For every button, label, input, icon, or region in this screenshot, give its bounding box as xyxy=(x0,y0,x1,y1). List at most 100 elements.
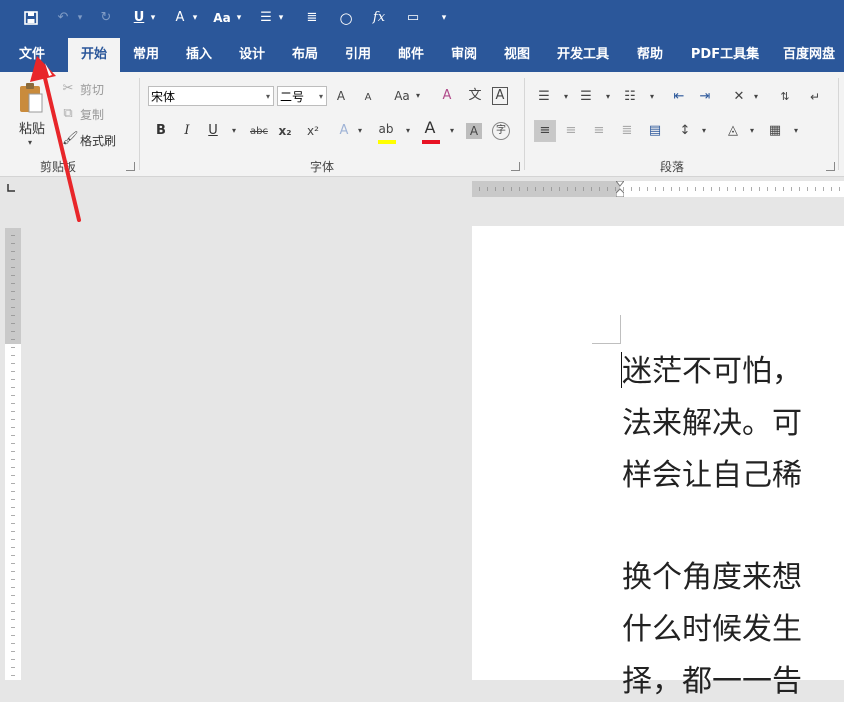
align-icon[interactable]: ≣ xyxy=(304,8,320,28)
chinese-layout-icon[interactable]: ✕ xyxy=(730,88,748,106)
numbering-icon[interactable]: ☰ xyxy=(578,88,594,106)
redo-icon[interactable]: ↻ xyxy=(98,8,114,28)
line-spacing-icon[interactable]: ↕ xyxy=(676,122,694,140)
shading-icon[interactable]: ◬ xyxy=(724,122,742,140)
format-painter-icon: 🖌 xyxy=(62,131,79,146)
formula-icon[interactable]: fx xyxy=(370,8,388,28)
vertical-ruler-ticks xyxy=(5,228,21,680)
italic-button[interactable]: I xyxy=(180,122,194,140)
undo-icon[interactable]: ↶ xyxy=(55,8,71,28)
sort-icon[interactable]: ⇅ xyxy=(776,88,794,106)
change-case-dropdown-icon[interactable]: ▾ xyxy=(414,87,422,105)
bullets-icon[interactable]: ☰ xyxy=(536,88,552,106)
font-case-dropdown-icon[interactable]: ▾ xyxy=(234,8,244,28)
paste-dropdown-icon[interactable]: ▾ xyxy=(28,134,32,152)
borders-icon[interactable]: ▦ xyxy=(766,122,784,140)
tab-developer[interactable]: 开发工具 xyxy=(550,38,616,72)
phonetic-guide-icon[interactable]: 文 xyxy=(466,87,484,105)
bullets-dropdown-icon[interactable]: ▾ xyxy=(562,88,570,106)
horizontal-ruler[interactable] xyxy=(472,180,844,198)
increase-indent-icon[interactable]: ⇥ xyxy=(696,88,714,106)
shrink-font-icon[interactable]: A xyxy=(362,89,374,107)
font-color-button[interactable]: A xyxy=(420,119,440,137)
shading-dropdown-icon[interactable]: ▾ xyxy=(748,122,756,140)
strikethrough-button[interactable]: abc xyxy=(248,123,270,141)
document-text-line[interactable]: 法来解决。可 xyxy=(622,404,802,444)
paragraph-group-label: 段落 xyxy=(660,160,685,174)
document-text-line[interactable]: 样会让自己稀 xyxy=(622,456,802,496)
enclose-characters-button[interactable]: 字 xyxy=(492,122,510,140)
decrease-indent-icon[interactable]: ⇤ xyxy=(670,88,688,106)
bold-button[interactable]: B xyxy=(154,122,168,140)
font-launcher-icon[interactable] xyxy=(511,162,520,171)
font-group-label: 字体 xyxy=(310,160,335,174)
tab-baidu-netdisk[interactable]: 百度网盘 xyxy=(776,38,842,72)
tab-stop-selector-icon[interactable] xyxy=(6,183,18,195)
text-effects-button[interactable]: A xyxy=(336,122,352,140)
document-text-line[interactable]: 择，都一一告 xyxy=(622,662,802,702)
vertical-ruler[interactable] xyxy=(5,228,21,680)
paragraph-launcher-icon[interactable] xyxy=(826,162,835,171)
underline-dropdown-icon[interactable]: ▾ xyxy=(230,122,238,140)
tab-pdf-tools[interactable]: PDF工具集 xyxy=(684,38,766,72)
tab-common[interactable]: 常用 xyxy=(126,38,166,72)
tab-layout[interactable]: 布局 xyxy=(285,38,325,72)
shape-icon[interactable]: ○ xyxy=(337,8,355,28)
customize-icon[interactable]: ▾ xyxy=(438,8,450,28)
text-effects-dropdown-icon[interactable]: ▾ xyxy=(356,122,364,140)
clipboard-launcher-icon[interactable] xyxy=(126,162,135,171)
format-painter-button[interactable]: 格式刷 xyxy=(80,132,116,149)
justify-icon[interactable]: ≣ xyxy=(618,122,636,140)
numbering-dropdown-icon[interactable]: ▾ xyxy=(604,88,612,106)
tab-help[interactable]: 帮助 xyxy=(630,38,670,72)
subscript-button[interactable]: x₂ xyxy=(276,122,294,140)
margin-corner-mark xyxy=(592,343,621,344)
copy-button[interactable]: 复制 xyxy=(80,106,104,123)
align-right-icon[interactable]: ≡ xyxy=(590,122,608,140)
tab-review[interactable]: 审阅 xyxy=(444,38,484,72)
tab-view[interactable]: 视图 xyxy=(497,38,537,72)
show-marks-icon[interactable]: ↵ xyxy=(806,88,824,106)
chinese-layout-dropdown-icon[interactable]: ▾ xyxy=(752,88,760,106)
tab-design[interactable]: 设计 xyxy=(232,38,272,72)
align-center-icon[interactable]: ≡ xyxy=(562,122,580,140)
tab-mailings[interactable]: 邮件 xyxy=(391,38,431,72)
text-effects-icon[interactable]: A xyxy=(172,8,188,28)
multilevel-dropdown-icon[interactable]: ▾ xyxy=(648,88,656,106)
character-shading-button[interactable]: A xyxy=(466,123,482,139)
underline-dropdown-icon[interactable]: ▾ xyxy=(148,8,158,28)
bullets-dropdown-icon[interactable]: ▾ xyxy=(276,8,286,28)
borders-dropdown-icon[interactable]: ▾ xyxy=(792,122,800,140)
document-text-line[interactable]: 什么时候发生 xyxy=(622,610,802,650)
text-effects-dropdown-icon[interactable]: ▾ xyxy=(190,8,200,28)
tab-home[interactable]: 开始 xyxy=(68,38,120,72)
comment-icon[interactable]: ▭ xyxy=(404,8,422,28)
cut-button[interactable]: 剪切 xyxy=(80,81,104,98)
underline-icon[interactable]: U xyxy=(132,8,146,28)
bullets-icon[interactable]: ☰ xyxy=(258,8,274,28)
indent-marker-icon[interactable] xyxy=(614,180,626,198)
tab-insert[interactable]: 插入 xyxy=(179,38,219,72)
highlight-button[interactable]: ab xyxy=(376,120,396,139)
change-case-icon[interactable]: Aa xyxy=(392,87,412,105)
underline-button[interactable]: U xyxy=(206,122,220,140)
font-color-dropdown-icon[interactable]: ▾ xyxy=(448,122,456,140)
tab-references[interactable]: 引用 xyxy=(338,38,378,72)
tab-file[interactable]: 文件 xyxy=(12,38,52,72)
multilevel-list-icon[interactable]: ☷ xyxy=(622,88,638,106)
document-text-line[interactable]: 迷茫不可怕， xyxy=(622,352,802,392)
document-text-line[interactable]: 换个角度来想 xyxy=(622,558,802,598)
character-border-icon[interactable]: A xyxy=(492,87,508,105)
paste-icon[interactable] xyxy=(18,82,44,116)
line-spacing-dropdown-icon[interactable]: ▾ xyxy=(700,122,708,140)
clear-formatting-icon[interactable]: A xyxy=(438,87,456,105)
undo-dropdown-icon[interactable]: ▾ xyxy=(75,8,85,28)
distributed-icon[interactable]: ▤ xyxy=(646,122,664,140)
font-case-icon[interactable]: Aa xyxy=(212,8,232,28)
save-icon[interactable] xyxy=(22,8,40,28)
grow-font-icon[interactable]: A xyxy=(334,87,348,105)
highlight-dropdown-icon[interactable]: ▾ xyxy=(404,122,412,140)
font-size-select[interactable]: 二号 ▾ xyxy=(277,86,327,106)
superscript-button[interactable]: x² xyxy=(304,122,322,140)
font-name-select[interactable]: 宋体 ▾ xyxy=(148,86,274,106)
